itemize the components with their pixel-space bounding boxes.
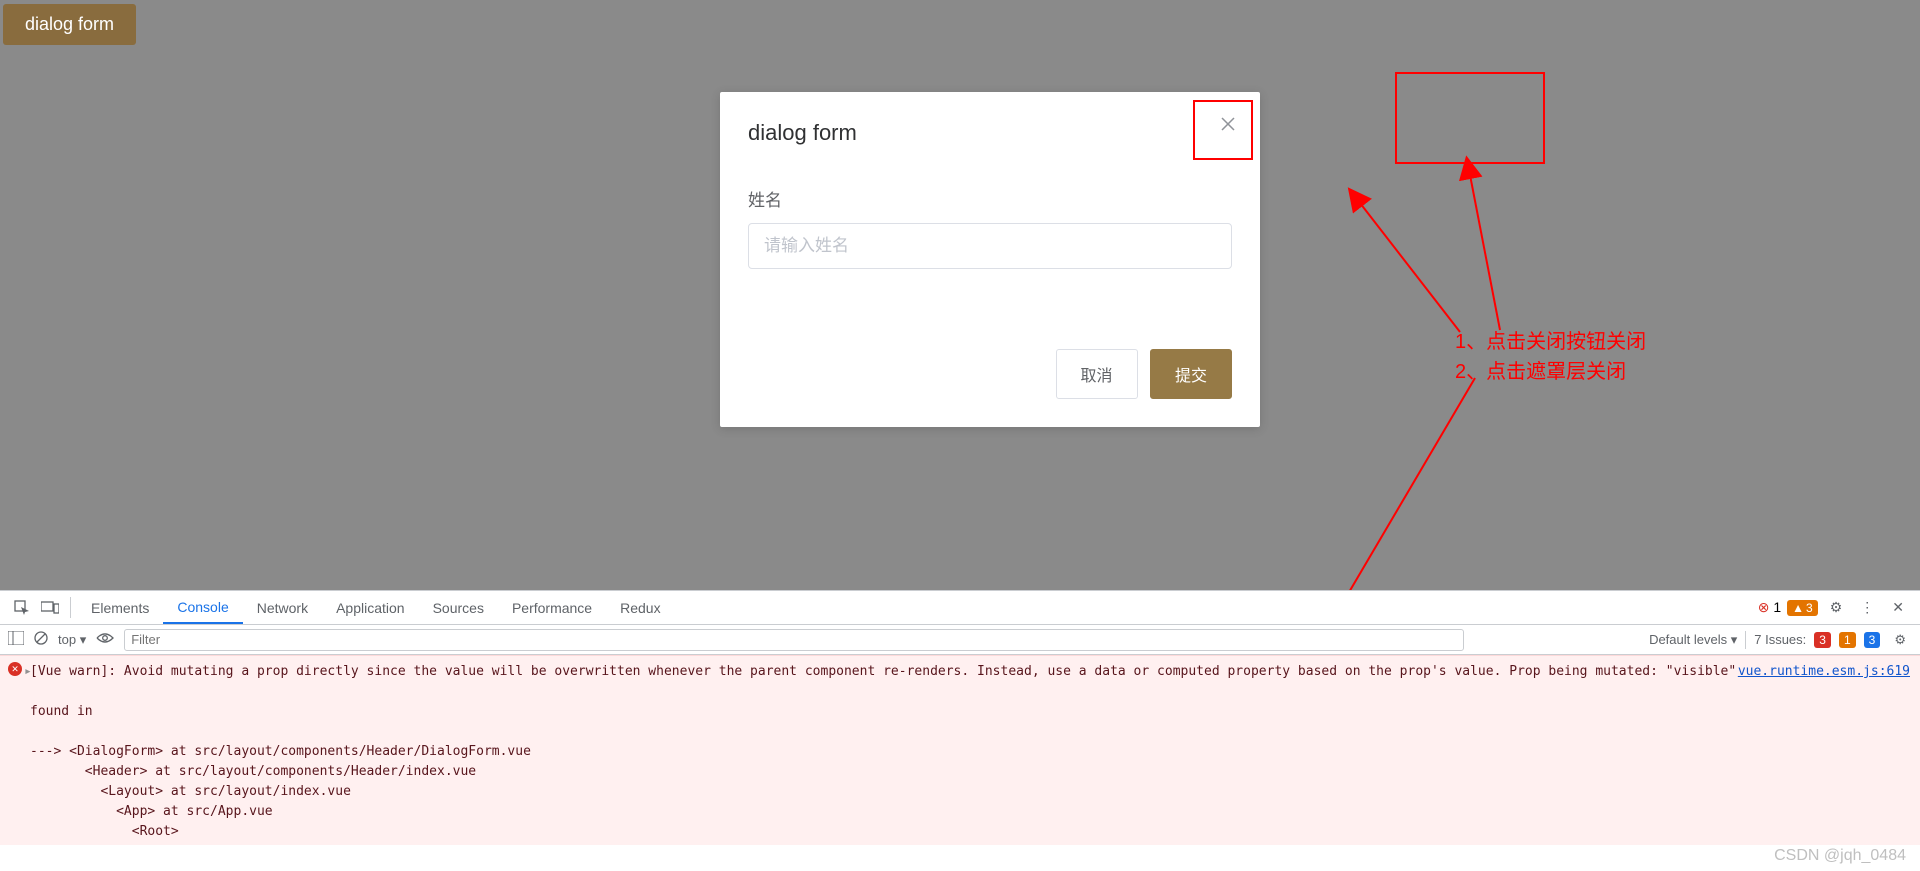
error-icon: ✕ bbox=[8, 662, 22, 676]
error-count-badge[interactable]: ⊗ 1 bbox=[1758, 599, 1781, 616]
filter-input[interactable] bbox=[124, 629, 1464, 651]
close-devtools-icon[interactable]: ✕ bbox=[1886, 599, 1910, 616]
dialog-footer: 取消 提交 bbox=[748, 349, 1232, 399]
annotation-box-close bbox=[1193, 100, 1253, 160]
issues-warning-badge[interactable]: 1 bbox=[1839, 632, 1856, 648]
tab-sources[interactable]: Sources bbox=[419, 591, 498, 624]
warning-count-badge[interactable]: ▲ 3 bbox=[1787, 600, 1818, 616]
console-error-message[interactable]: ✕ ▸ vue.runtime.esm.js:619 [Vue warn]: A… bbox=[0, 655, 1920, 845]
eye-icon[interactable] bbox=[96, 632, 114, 647]
cancel-button[interactable]: 取消 bbox=[1056, 349, 1138, 399]
levels-selector[interactable]: Default levels ▾ bbox=[1649, 632, 1737, 648]
tab-elements[interactable]: Elements bbox=[77, 591, 163, 624]
name-input[interactable] bbox=[748, 223, 1232, 269]
dialog: dialog form 姓名 取消 提交 bbox=[720, 92, 1260, 427]
name-label: 姓名 bbox=[748, 186, 1232, 211]
tab-network[interactable]: Network bbox=[243, 591, 322, 624]
submit-button[interactable]: 提交 bbox=[1150, 349, 1232, 399]
issues-label[interactable]: 7 Issues: bbox=[1754, 632, 1806, 647]
device-icon[interactable] bbox=[36, 591, 64, 624]
error-stack: ---> <DialogForm> at src/layout/componen… bbox=[30, 744, 531, 839]
console-body: ✕ ▸ vue.runtime.esm.js:619 [Vue warn]: A… bbox=[0, 655, 1920, 845]
console-filter-bar: top ▾ Default levels ▾ 7 Issues: 3 1 3 ⚙ bbox=[0, 625, 1920, 655]
issues-info-badge[interactable]: 3 bbox=[1864, 632, 1881, 648]
console-settings-icon[interactable]: ⚙ bbox=[1888, 632, 1912, 648]
context-selector[interactable]: top ▾ bbox=[58, 632, 86, 648]
issues-error-badge[interactable]: 3 bbox=[1814, 632, 1831, 648]
annotation-box-overlay bbox=[1395, 72, 1545, 164]
kebab-icon[interactable]: ⋮ bbox=[1854, 599, 1880, 616]
tab-application[interactable]: Application bbox=[322, 591, 419, 624]
tab-redux[interactable]: Redux bbox=[606, 591, 674, 624]
error-source-link[interactable]: vue.runtime.esm.js:619 bbox=[1738, 662, 1910, 682]
watermark: CSDN @jqh_0484 bbox=[1774, 847, 1906, 865]
annotation-text: 1、点击关闭按钮关闭 2、点击遮罩层关闭 bbox=[1455, 327, 1646, 387]
modal-overlay[interactable]: dialog form dialog form 姓名 取消 提交 1、点击关闭按… bbox=[0, 0, 1920, 590]
tab-performance[interactable]: Performance bbox=[498, 591, 606, 624]
gear-icon[interactable]: ⚙ bbox=[1824, 599, 1849, 616]
dialog-title: dialog form bbox=[748, 120, 1232, 146]
open-dialog-button[interactable]: dialog form bbox=[3, 4, 136, 45]
tab-console[interactable]: Console bbox=[163, 591, 242, 624]
devtools-panel: Elements Console Network Application Sou… bbox=[0, 590, 1920, 871]
inspect-icon[interactable] bbox=[8, 591, 36, 624]
sidebar-toggle-icon[interactable] bbox=[8, 631, 24, 648]
expand-icon[interactable]: ▸ bbox=[24, 662, 32, 682]
clear-console-icon[interactable] bbox=[34, 631, 48, 648]
devtools-tabs: Elements Console Network Application Sou… bbox=[0, 591, 1920, 625]
